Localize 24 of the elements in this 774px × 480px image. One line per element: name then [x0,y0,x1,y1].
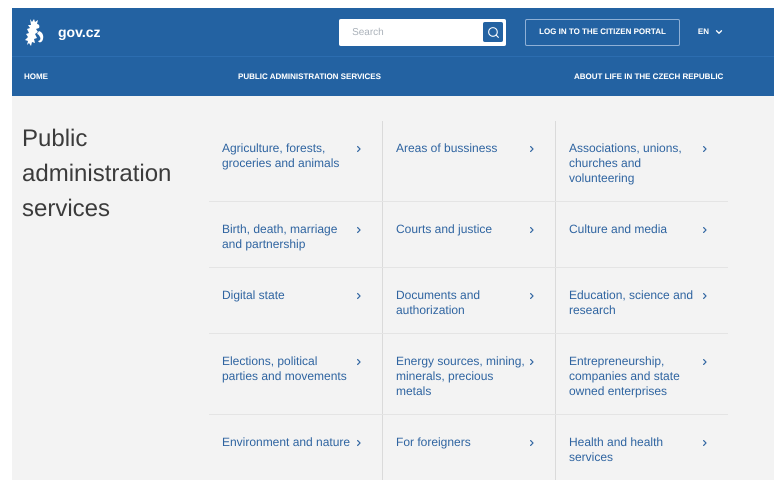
nav-link[interactable]: ABOUT LIFE IN THE CZECH REPUBLIC [574,70,724,83]
service-link[interactable]: Digital state [209,268,382,333]
service-link[interactable]: Associations, unions, churches and volunteering [555,121,728,201]
service-link[interactable]: For foreigners [382,415,555,480]
login-button[interactable]: LOG IN TO THE CITIZEN PORTAL [525,18,680,46]
search-icon[interactable] [483,22,504,42]
search-field[interactable]: Search [339,18,506,46]
site-logo-text[interactable]: gov.cz [58,22,101,43]
service-link[interactable]: Agriculture, forests, groceries and animals [209,121,382,201]
service-link[interactable]: Documents and authorization [382,268,555,333]
page-title: Public administration services [21,124,172,224]
nav-link[interactable]: HOME [24,70,238,83]
service-link[interactable]: Entrepreneurship, companies and state owned enterprises [555,334,728,414]
service-link[interactable]: Culture and media [555,202,728,267]
service-link[interactable]: Birth, death, marriage and partnership [209,202,382,267]
service-link[interactable]: Environment and nature [209,415,382,480]
service-link[interactable]: Areas of bussiness [382,121,555,201]
service-link[interactable]: Elections, political parties and movements [209,334,382,414]
service-link[interactable]: Education, science and research [555,268,728,333]
nav-link[interactable]: PUBLIC ADMINISTRATION SERVICES [238,70,574,83]
language-selector[interactable]: EN [698,26,724,38]
service-link[interactable]: Energy sources, mining, minerals, precious metals [382,334,555,414]
service-link[interactable]: Health and health services [555,415,728,480]
service-link[interactable]: Courts and justice [382,202,555,267]
